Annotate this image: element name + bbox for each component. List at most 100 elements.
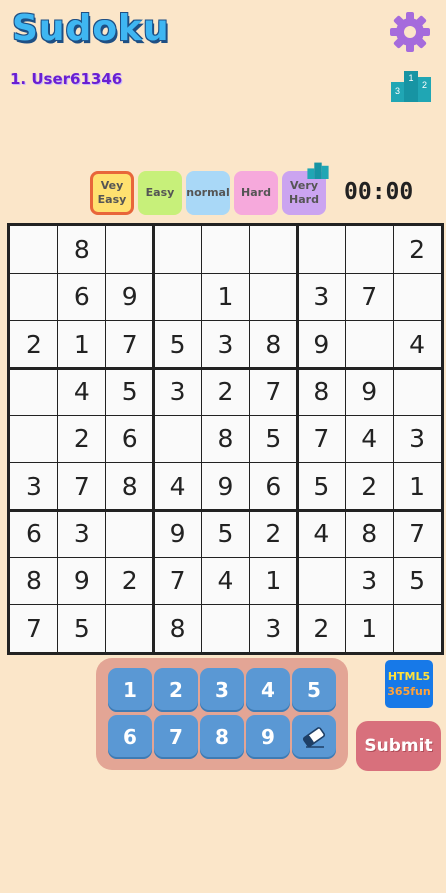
board-cell[interactable]: 2 xyxy=(345,463,393,510)
board-cell[interactable]: 8 xyxy=(249,321,297,368)
difficulty-normal[interactable]: normal xyxy=(186,171,230,215)
board-cell[interactable]: 9 xyxy=(58,557,106,604)
board-cell[interactable]: 6 xyxy=(249,463,297,510)
board-cell[interactable]: 2 xyxy=(106,557,154,604)
board-cell[interactable] xyxy=(249,273,297,320)
board-cell[interactable]: 9 xyxy=(202,463,250,510)
board-cell[interactable]: 5 xyxy=(297,463,345,510)
board-cell[interactable] xyxy=(154,273,202,320)
html5-365fun-logo[interactable]: HTML5 365fun xyxy=(385,660,433,708)
board-cell[interactable] xyxy=(249,226,297,273)
board-cell[interactable]: 4 xyxy=(393,321,441,368)
board-cell[interactable]: 7 xyxy=(297,415,345,462)
board-cell[interactable] xyxy=(154,415,202,462)
keypad-key-9[interactable]: 9 xyxy=(246,715,290,759)
board-cell[interactable]: 8 xyxy=(106,463,154,510)
board-cell[interactable]: 3 xyxy=(58,510,106,557)
board-cell[interactable]: 6 xyxy=(106,415,154,462)
board-cell[interactable] xyxy=(154,226,202,273)
board-cell[interactable] xyxy=(10,415,58,462)
board-cell[interactable]: 3 xyxy=(10,463,58,510)
board-cell[interactable]: 4 xyxy=(297,510,345,557)
board-cell[interactable]: 2 xyxy=(393,226,441,273)
board-cell[interactable]: 5 xyxy=(393,557,441,604)
board-cell[interactable]: 3 xyxy=(202,321,250,368)
keypad-key-1[interactable]: 1 xyxy=(108,668,152,712)
board-cell[interactable]: 7 xyxy=(106,321,154,368)
board-cell[interactable]: 7 xyxy=(345,273,393,320)
board-cell[interactable]: 5 xyxy=(106,368,154,415)
board-cell[interactable]: 2 xyxy=(249,510,297,557)
board-cell[interactable]: 8 xyxy=(10,557,58,604)
board-cell[interactable]: 7 xyxy=(154,557,202,604)
podium-icon[interactable]: 3 1 2 xyxy=(390,68,432,102)
board-cell[interactable]: 4 xyxy=(58,368,106,415)
board-cell[interactable]: 2 xyxy=(58,415,106,462)
board-cell[interactable]: 8 xyxy=(58,226,106,273)
board-cell[interactable] xyxy=(10,368,58,415)
keypad-key-5[interactable]: 5 xyxy=(292,668,336,712)
board-cell[interactable] xyxy=(10,273,58,320)
board-cell[interactable]: 6 xyxy=(10,510,58,557)
board-cell[interactable]: 3 xyxy=(345,557,393,604)
board-cell[interactable]: 8 xyxy=(202,415,250,462)
board-cell[interactable] xyxy=(106,605,154,652)
board-cell[interactable]: 4 xyxy=(202,557,250,604)
board-cell[interactable] xyxy=(106,510,154,557)
eraser-button[interactable] xyxy=(292,715,336,759)
board-cell[interactable]: 8 xyxy=(345,510,393,557)
board-cell[interactable]: 8 xyxy=(297,368,345,415)
board-cell[interactable]: 9 xyxy=(154,510,202,557)
board-cell[interactable]: 5 xyxy=(154,321,202,368)
keypad-key-7[interactable]: 7 xyxy=(154,715,198,759)
board-cell[interactable]: 6 xyxy=(58,273,106,320)
keypad-key-8[interactable]: 8 xyxy=(200,715,244,759)
keypad-key-2[interactable]: 2 xyxy=(154,668,198,712)
keypad-key-6[interactable]: 6 xyxy=(108,715,152,759)
board-cell[interactable]: 7 xyxy=(393,510,441,557)
keypad-key-3[interactable]: 3 xyxy=(200,668,244,712)
gear-icon[interactable] xyxy=(388,10,432,54)
board-cell[interactable]: 2 xyxy=(202,368,250,415)
board-cell[interactable]: 3 xyxy=(297,273,345,320)
keypad-key-4[interactable]: 4 xyxy=(246,668,290,712)
board-cell[interactable]: 9 xyxy=(345,368,393,415)
board-cell[interactable]: 2 xyxy=(297,605,345,652)
board-cell[interactable]: 7 xyxy=(249,368,297,415)
board-cell[interactable] xyxy=(393,368,441,415)
board-cell[interactable]: 2 xyxy=(10,321,58,368)
board-cell[interactable]: 1 xyxy=(393,463,441,510)
board-cell[interactable]: 5 xyxy=(202,510,250,557)
difficulty-hard[interactable]: Hard xyxy=(234,171,278,215)
board-cell[interactable] xyxy=(106,226,154,273)
board-cell[interactable] xyxy=(10,226,58,273)
grid-line xyxy=(10,272,441,274)
board-cell[interactable]: 7 xyxy=(10,605,58,652)
board-cell[interactable] xyxy=(297,226,345,273)
board-cell[interactable]: 9 xyxy=(297,321,345,368)
board-cell[interactable]: 4 xyxy=(345,415,393,462)
board-cell[interactable] xyxy=(393,273,441,320)
submit-button[interactable]: Submit xyxy=(356,721,441,771)
board-cell[interactable]: 5 xyxy=(249,415,297,462)
board-cell[interactable]: 1 xyxy=(58,321,106,368)
board-cell[interactable]: 3 xyxy=(154,368,202,415)
difficulty-very-easy[interactable]: Vey Easy xyxy=(90,171,134,215)
board-cell[interactable] xyxy=(393,605,441,652)
board-cell[interactable]: 7 xyxy=(58,463,106,510)
board-cell[interactable]: 1 xyxy=(345,605,393,652)
board-cell[interactable]: 1 xyxy=(202,273,250,320)
board-cell[interactable]: 3 xyxy=(249,605,297,652)
board-cell[interactable]: 1 xyxy=(249,557,297,604)
board-cell[interactable] xyxy=(345,321,393,368)
board-cell[interactable] xyxy=(345,226,393,273)
board-cell[interactable]: 9 xyxy=(106,273,154,320)
board-cell[interactable] xyxy=(202,605,250,652)
board-cell[interactable]: 5 xyxy=(58,605,106,652)
board-cell[interactable]: 3 xyxy=(393,415,441,462)
board-cell[interactable] xyxy=(297,557,345,604)
board-cell[interactable]: 4 xyxy=(154,463,202,510)
board-cell[interactable]: 8 xyxy=(154,605,202,652)
board-cell[interactable] xyxy=(202,226,250,273)
difficulty-easy[interactable]: Easy xyxy=(138,171,182,215)
